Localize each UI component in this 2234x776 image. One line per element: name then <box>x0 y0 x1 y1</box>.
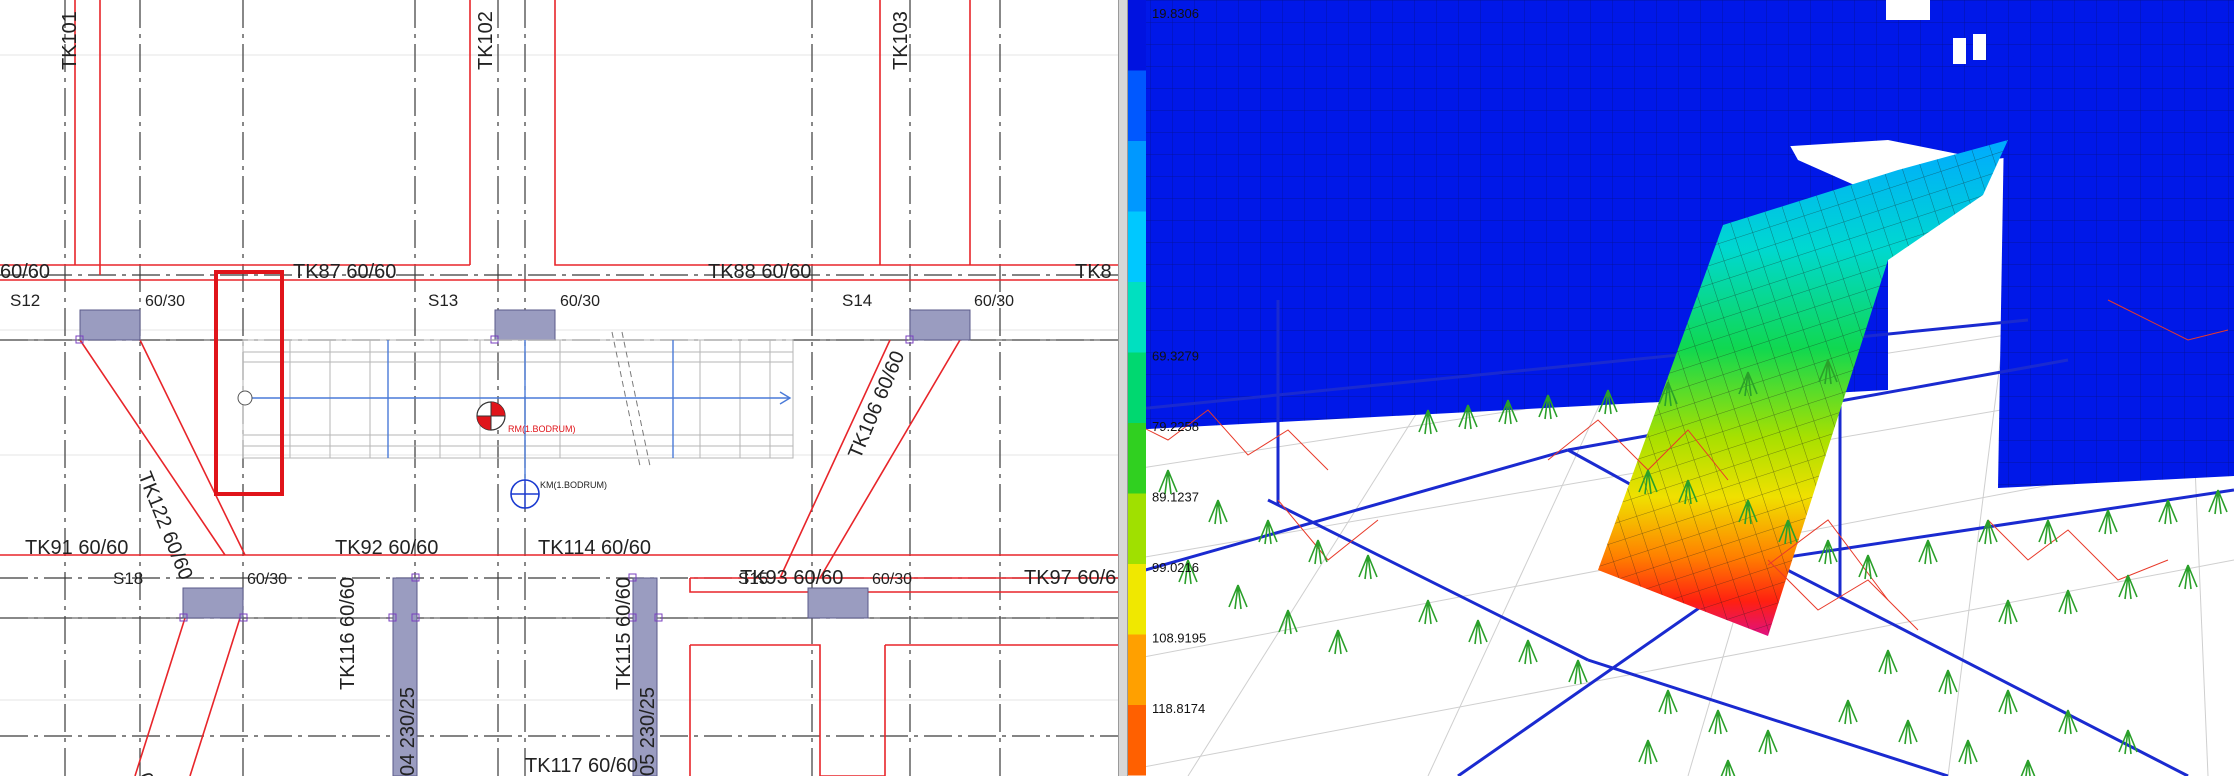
spring-support-icon <box>1358 554 1378 580</box>
spring-support-icon <box>1720 759 1736 776</box>
column-size-s12: 60/30 <box>145 293 185 310</box>
selection-highlight-box[interactable] <box>214 270 284 496</box>
column-label-s12: S12 <box>10 291 40 310</box>
plan-canvas[interactable]: RM(1.BODRUM) KM(1.BODRUM) TK101 TK102 TK… <box>0 0 1118 776</box>
km-label: KM(1.BODRUM) <box>540 480 607 490</box>
3d-canvas[interactable]: 19.8306 69.3279 79.2258 89.1237 99.0216 108.9… <box>1128 0 2234 776</box>
beam-label-tk116: TK116 60/60 <box>337 577 359 690</box>
column-size-s14: 60/30 <box>974 293 1014 310</box>
legend-swatch <box>1128 70 1146 141</box>
spring-support-icon <box>2178 564 2198 590</box>
background-grid <box>0 54 1118 701</box>
right-wall-mesh <box>1998 0 2234 488</box>
wall-label-05: 05 230/25 <box>637 687 659 776</box>
spring-support-icon <box>1758 729 1778 755</box>
rm-label: RM(1.BODRUM) <box>508 424 576 434</box>
column-label-s14: S14 <box>842 291 872 310</box>
legend-swatch <box>1128 493 1146 564</box>
legend-value-label: 19.8306 <box>1152 6 1199 21</box>
legend-value-label: 118.8174 <box>1152 701 1205 716</box>
axis-gridlines <box>0 0 1118 776</box>
column-size-s15: 60/30 <box>872 571 912 588</box>
spring-support-icon <box>2058 709 2078 735</box>
column-s14[interactable] <box>909 309 971 341</box>
legend-value-label: 108.9195 <box>1152 631 1206 646</box>
spring-support-icon <box>1518 639 1538 665</box>
stair-region <box>242 339 794 459</box>
wall-label-04: 04 230/25 <box>397 687 419 776</box>
viewport-splitter[interactable] <box>1118 0 1128 776</box>
3d-analysis-viewport[interactable]: 19.8306 69.3279 79.2258 89.1237 99.0216 108.9… <box>1128 0 2234 776</box>
column-s12[interactable] <box>79 309 141 341</box>
solid-axis-lines <box>0 339 1118 619</box>
column-label-s15: S15 <box>738 569 768 588</box>
km-marker[interactable] <box>510 479 540 509</box>
column-label-s18: S18 <box>113 569 143 588</box>
spring-support-icon <box>1958 739 1978 765</box>
spring-support-icon <box>1858 554 1878 580</box>
column-size-s18: 60/30 <box>247 571 287 588</box>
legend-swatch <box>1128 634 1146 705</box>
spring-support-icon <box>1878 649 1898 675</box>
beam-label-tk115: TK115 60/60 <box>613 577 635 690</box>
beam-label-row1-left: 60/60 <box>0 261 50 283</box>
stair-start-node[interactable] <box>237 390 253 406</box>
legend-swatch <box>1128 141 1146 212</box>
column-size-s13: 60/30 <box>560 293 600 310</box>
beam-label-tk91: TK91 60/60 <box>25 537 128 559</box>
legend-swatch <box>1128 564 1146 635</box>
spring-support-icon <box>1228 584 1248 610</box>
column-s18[interactable] <box>182 587 244 619</box>
spring-support-icon <box>2158 499 2178 525</box>
legend-value-label: 89.1237 <box>1152 490 1199 505</box>
beam-label-tk106: TK106 60/60 <box>844 348 909 462</box>
legend-swatch <box>1128 211 1146 282</box>
spring-support-icon <box>2020 759 2036 776</box>
rm-marker[interactable] <box>476 401 506 431</box>
app-root: RM(1.BODRUM) KM(1.BODRUM) TK101 TK102 TK… <box>0 0 2234 776</box>
legend-value-label: 69.3279 <box>1152 349 1199 364</box>
beam-label-tk92: TK92 60/60 <box>335 537 438 559</box>
spring-support-icon <box>1998 689 2018 715</box>
beam-label-tk122: TK122 60/60 <box>133 469 196 583</box>
column-label-s13: S13 <box>428 291 458 310</box>
spring-support-icon <box>1978 519 1998 545</box>
spring-support-icon <box>1418 599 1438 625</box>
legend-value-label: 99.0216 <box>1152 560 1199 575</box>
spring-support-icon <box>1328 629 1348 655</box>
beam-label-tk101: TK101 <box>59 11 81 70</box>
beam-label-tk88: TK88 60/60 <box>708 261 811 283</box>
plan-viewport[interactable]: RM(1.BODRUM) KM(1.BODRUM) TK101 TK102 TK… <box>0 0 1118 776</box>
legend-swatch <box>1128 282 1146 353</box>
legend-swatch <box>1128 705 1146 776</box>
legend-swatch <box>1128 352 1146 423</box>
legend-swatch <box>1128 423 1146 494</box>
legend-value-label: 79.2258 <box>1152 419 1199 434</box>
column-s13[interactable] <box>494 309 556 341</box>
beam-label-tk103: TK103 <box>890 11 912 70</box>
spring-support-icon <box>1568 659 1588 685</box>
spring-support-icon <box>1638 739 1658 765</box>
beam-outlines <box>0 0 1118 776</box>
spring-support-icon <box>1208 499 1228 525</box>
spring-support-icon <box>1708 709 1728 735</box>
legend-swatch <box>1128 0 1146 71</box>
spring-support-icon <box>1468 619 1488 645</box>
column-s15[interactable] <box>807 587 869 619</box>
spring-support-icon <box>1898 719 1918 745</box>
stair-axis <box>243 340 792 480</box>
beam-label-tk97: TK97 60/6 <box>1024 567 1116 589</box>
spring-support-icon <box>2098 509 2118 535</box>
beam-label-tk117: TK117 60/60 <box>525 755 638 776</box>
spring-support-icon <box>2058 589 2078 615</box>
spring-support-icon <box>1838 699 1858 725</box>
spring-support-icon <box>1918 539 1938 565</box>
spring-support-icon <box>1658 689 1678 715</box>
beam-label-tk87: TK87 60/60 <box>293 261 396 283</box>
beam-label-tk114: TK114 60/60 <box>538 537 651 559</box>
beam-label-tk8x: TK8 <box>1075 261 1112 283</box>
spring-support-icon <box>1938 669 1958 695</box>
beam-label-tk102: TK102 <box>475 11 497 70</box>
